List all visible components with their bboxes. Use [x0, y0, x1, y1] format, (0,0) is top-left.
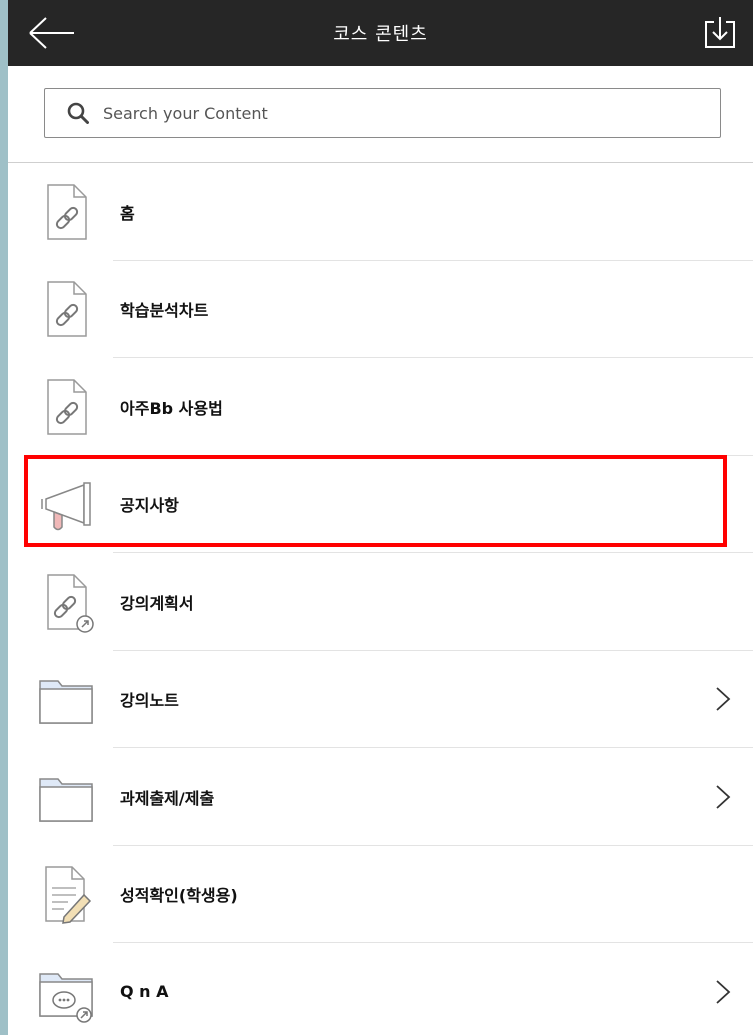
list-item[interactable]: 아주Bb 사용법 [8, 358, 753, 456]
link-document-icon [47, 184, 87, 240]
megaphone-icon [41, 482, 91, 531]
chevron-right-icon[interactable] [713, 978, 733, 1006]
list-item-label: 홈 [120, 203, 135, 223]
list-item[interactable]: 과제출제/제출 [8, 748, 753, 846]
content-list: 홈 학습분석차트 아주Bb 사용법 공지사항 강의계획서 강의노트 과제출제/제… [8, 163, 753, 1035]
list-item-label: 과제출제/제출 [120, 788, 215, 808]
list-item[interactable]: 강의계획서 [8, 553, 753, 651]
search-area [8, 66, 753, 163]
search-input[interactable] [101, 102, 665, 124]
app-window: 코스 콘텐츠 홈 학습분석차트 [8, 0, 753, 1035]
link-document-icon [47, 379, 87, 435]
list-item-label: 공지사항 [120, 496, 179, 516]
chat-folder-icon [39, 973, 93, 1023]
list-item-label: Q n A [120, 982, 169, 1002]
list-item-label: 강의계획서 [120, 593, 194, 613]
search-box[interactable] [44, 88, 721, 138]
chevron-right-icon[interactable] [713, 685, 733, 713]
search-icon [67, 102, 89, 124]
arrow-left-icon[interactable] [28, 16, 76, 50]
list-item[interactable]: Q n A [8, 943, 753, 1035]
top-bar: 코스 콘텐츠 [8, 0, 753, 66]
list-item[interactable]: 강의노트 [8, 651, 753, 748]
page-title: 코스 콘텐츠 [333, 24, 428, 45]
list-item[interactable]: 학습분석차트 [8, 261, 753, 358]
list-item-label: 학습분석차트 [120, 301, 209, 321]
list-item[interactable]: 성적확인(학생용) [8, 846, 753, 943]
list-item[interactable]: 공지사항 [8, 456, 753, 553]
link-document-icon [47, 281, 87, 337]
folder-icon [39, 680, 93, 724]
download-icon[interactable] [701, 14, 739, 52]
edit-document-icon [45, 866, 92, 925]
list-item-label: 강의노트 [120, 691, 179, 711]
folder-icon [39, 778, 93, 822]
chevron-right-icon[interactable] [713, 783, 733, 811]
list-item-label: 아주Bb 사용법 [120, 398, 223, 418]
link-document-badge-icon [47, 574, 94, 633]
list-item-label: 성적확인(학생용) [120, 886, 238, 906]
list-item[interactable]: 홈 [8, 163, 753, 261]
